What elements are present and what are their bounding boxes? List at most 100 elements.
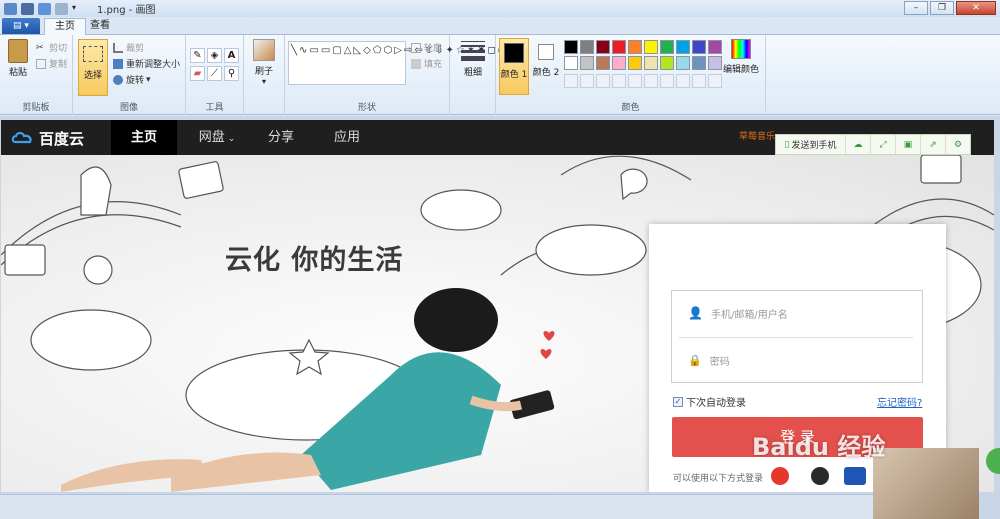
tab-view[interactable]: 查看 [80, 18, 120, 35]
qq-icon[interactable] [811, 467, 829, 485]
forgot-password-link[interactable]: 忘记密码? [877, 394, 922, 409]
custom-color-slot[interactable] [660, 74, 674, 88]
redo-icon[interactable] [55, 2, 68, 15]
paint-menu-button[interactable]: ▤ ▾ [2, 18, 40, 34]
expand-icon[interactable]: ⤢ [871, 135, 896, 154]
chevron-down-icon: ⌄ [227, 134, 236, 144]
color-picker-icon[interactable]: ⟋ [207, 66, 222, 81]
select-button[interactable]: 选择 [78, 39, 108, 96]
save-to-cloud-icon[interactable]: ▣ [896, 135, 921, 154]
color-swatch[interactable] [612, 40, 626, 54]
auto-login-label: 下次自动登录 [686, 398, 746, 409]
cut-button[interactable]: ✂ 剪切 [36, 41, 67, 55]
color-swatch[interactable] [580, 40, 594, 54]
weibo-icon[interactable] [771, 467, 789, 485]
custom-color-slot[interactable] [612, 74, 626, 88]
overlay-photo [873, 448, 979, 519]
cloud-toolbar: ▯ 发送到手机 ☁ ⤢ ▣ ⇗ ⚙ [775, 134, 971, 155]
baidu-jingyan-watermark: Baidu 经验 [752, 433, 886, 461]
text-icon[interactable]: A [224, 48, 239, 63]
edit-colors-button[interactable]: 编辑颜色 [721, 39, 761, 75]
third-party-login-icon[interactable] [844, 467, 866, 485]
paste-button[interactable]: 粘贴 [4, 39, 32, 78]
color-swatch[interactable] [660, 56, 674, 70]
nav-tab-home[interactable]: 主页 [111, 120, 177, 155]
fill-button[interactable]: 填充 [411, 57, 442, 70]
share-icon[interactable]: ⇗ [921, 135, 946, 154]
copy-button[interactable]: 复制 [36, 57, 67, 70]
quick-access-dropdown-icon[interactable]: ▾ [72, 3, 85, 15]
close-button[interactable]: ✕ [956, 1, 996, 15]
baidu-cloud-logo[interactable]: 百度云 [11, 127, 84, 149]
brushes-group: 刷子 ▾ [244, 35, 285, 115]
color-swatch[interactable] [596, 56, 610, 70]
password-placeholder: 密码 [709, 356, 730, 368]
ribbon-tabs: ▤ ▾ 主页 查看 [0, 17, 1000, 35]
color-swatch[interactable] [628, 40, 642, 54]
nav-tab-apps[interactable]: 应用 [323, 120, 371, 155]
other-login-methods-label: 可以使用以下方式登录 [673, 474, 764, 484]
magnifier-icon[interactable]: ⚲ [224, 66, 239, 81]
shape-icons[interactable]: ╲∿▭▭▢△◺◇⬠⬡▷⇨⇦⇧⇩✦☆✶✷◻◯♡⚡ [291, 44, 529, 57]
color-swatch[interactable] [708, 56, 722, 70]
save-icon[interactable] [21, 2, 34, 15]
brushes-button[interactable]: 刷子 ▾ [249, 39, 279, 86]
custom-color-slot[interactable] [708, 74, 722, 88]
custom-color-slot[interactable] [692, 74, 706, 88]
select-label: 选择 [83, 71, 102, 81]
color-swatch[interactable] [564, 56, 578, 70]
color-swatch[interactable] [644, 56, 658, 70]
color-swatch[interactable] [676, 56, 690, 70]
paste-label: 粘贴 [8, 68, 27, 78]
custom-color-slot[interactable] [644, 74, 658, 88]
tools-group-label: 工具 [205, 103, 224, 113]
username-field[interactable]: 👤 手机/邮箱/用户名 [672, 290, 922, 336]
custom-color-slot[interactable] [564, 74, 578, 88]
custom-color-slot[interactable] [676, 74, 690, 88]
nav-tab-share[interactable]: 分享 [257, 120, 305, 155]
color1-label: 颜色 1 [500, 70, 528, 80]
cloud-icon[interactable]: ☁ [846, 135, 871, 154]
outline-icon [411, 42, 421, 53]
settings-gear-icon[interactable]: ⚙ [946, 135, 970, 154]
send-to-phone-button[interactable]: ▯ 发送到手机 [776, 135, 846, 154]
color-swatch[interactable] [692, 56, 706, 70]
minimize-button[interactable]: – [904, 1, 928, 15]
undo-icon[interactable] [38, 2, 51, 15]
clipboard-group-label: 剪贴板 [22, 103, 50, 113]
pencil-icon[interactable]: ✎ [190, 48, 205, 63]
color-swatch[interactable] [628, 56, 642, 70]
crop-button[interactable]: 裁剪 [113, 41, 144, 54]
custom-color-slot[interactable] [580, 74, 594, 88]
color2-button[interactable]: 颜色 2 [532, 38, 560, 95]
outline-button[interactable]: 轮廓 [411, 41, 442, 54]
color-swatch[interactable] [596, 40, 610, 54]
rotate-button[interactable]: 旋转 ▾ [113, 73, 151, 86]
size-button[interactable]: 粗细 [458, 41, 488, 78]
color1-button[interactable]: 颜色 1 [499, 38, 529, 95]
color-swatch[interactable] [644, 40, 658, 54]
auto-login-checkbox[interactable]: ✓ 下次自动登录 [673, 394, 746, 409]
custom-color-slot[interactable] [628, 74, 642, 88]
shapes-gallery[interactable]: ╲∿▭▭▢△◺◇⬠⬡▷⇨⇦⇧⇩✦☆✶✷◻◯♡⚡ [288, 41, 529, 85]
color-swatch[interactable] [708, 40, 722, 54]
nav-tab-netdisk[interactable]: 网盘 ⌄ [187, 120, 247, 155]
custom-color-slot[interactable] [596, 74, 610, 88]
color-swatch[interactable] [612, 56, 626, 70]
color-swatch[interactable] [692, 40, 706, 54]
maximize-button[interactable]: ❐ [930, 1, 954, 15]
paint-app-icon[interactable] [4, 2, 17, 15]
fill-bucket-icon[interactable]: ◈ [207, 48, 222, 63]
color-swatch[interactable] [580, 56, 594, 70]
size-group: 粗细 [450, 35, 496, 115]
brush-icon [253, 39, 275, 61]
resize-button[interactable]: 重新调整大小 [113, 57, 180, 70]
color-swatch[interactable] [660, 40, 674, 54]
eraser-icon[interactable]: ▰ [190, 66, 205, 81]
hero-slogan: 云化 你的生活 [225, 245, 404, 276]
color-swatch[interactable] [676, 40, 690, 54]
password-field[interactable]: 🔒 密码 [672, 337, 922, 383]
promo-link[interactable]: 草莓音乐 [739, 129, 775, 142]
fill-label: 填充 [424, 60, 443, 70]
color-swatch[interactable] [564, 40, 578, 54]
